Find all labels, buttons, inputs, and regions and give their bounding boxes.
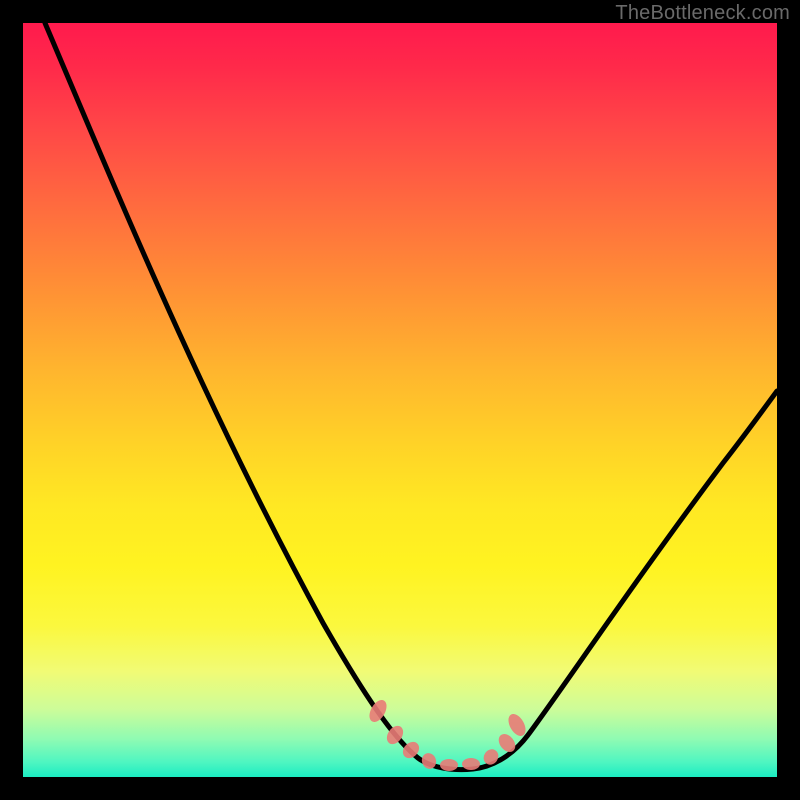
bottleneck-curve bbox=[45, 23, 777, 770]
curve-layer bbox=[23, 23, 777, 777]
salmon-marker bbox=[440, 759, 458, 771]
watermark-text: TheBottleneck.com bbox=[615, 2, 790, 25]
salmon-marker bbox=[462, 758, 480, 770]
chart-frame: TheBottleneck.com bbox=[0, 0, 800, 800]
plot-area bbox=[23, 23, 777, 777]
